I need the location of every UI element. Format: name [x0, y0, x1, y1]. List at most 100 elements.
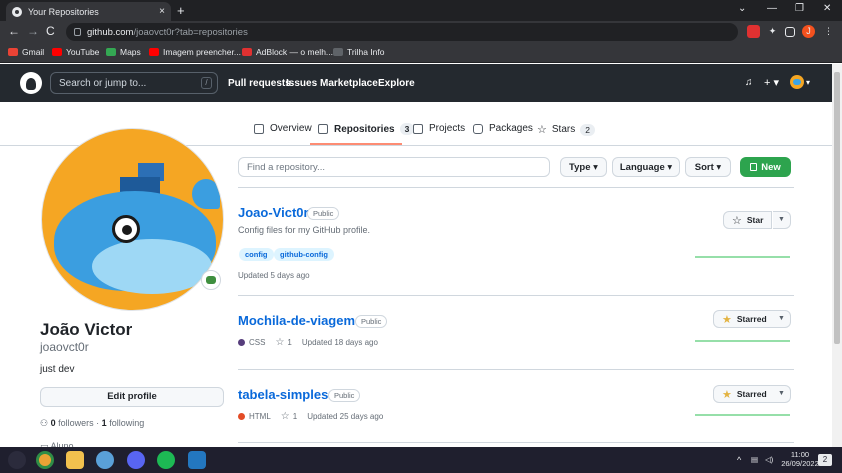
following-label[interactable]: following: [109, 418, 144, 428]
start-button[interactable]: [8, 451, 26, 469]
tab-repositories[interactable]: Repositories 3: [318, 123, 415, 135]
type-filter-button[interactable]: Type ▾: [560, 157, 607, 177]
back-button[interactable]: ←: [8, 24, 20, 38]
topic-tag[interactable]: config: [239, 248, 274, 261]
network-icon[interactable]: ▤: [751, 455, 758, 464]
bookmark-maps[interactable]: Maps: [106, 47, 141, 57]
spotify-icon[interactable]: [157, 451, 175, 469]
steam-icon[interactable]: [96, 451, 114, 469]
book-icon: [254, 123, 264, 134]
extensions-puzzle-icon[interactable]: ✦: [766, 25, 779, 38]
address-bar[interactable]: github.com/joaovct0r?tab=repositories: [66, 23, 738, 41]
chrome-icon[interactable]: [36, 451, 54, 469]
search-input[interactable]: Search or jump to... /: [50, 72, 218, 94]
repo-name-link[interactable]: Mochila-de-viagem: [238, 313, 355, 328]
visibility-badge: Public: [328, 389, 361, 402]
topic-tag[interactable]: github-config: [274, 248, 334, 261]
youtube-icon: [149, 48, 159, 56]
file-explorer-icon[interactable]: [66, 451, 84, 469]
table-icon: [413, 123, 423, 134]
status-emoji-badge[interactable]: [201, 270, 221, 290]
star-count[interactable]: 1: [293, 412, 297, 421]
followers-label[interactable]: followers: [58, 418, 94, 428]
star-icon[interactable]: ☆: [275, 337, 284, 348]
youtube-icon: [52, 48, 62, 56]
tab-close-icon[interactable]: ×: [159, 6, 165, 17]
following-count[interactable]: 1: [102, 418, 107, 428]
nav-pull-requests[interactable]: Pull requests: [228, 78, 291, 89]
profile-avatar-large[interactable]: [41, 128, 224, 311]
star-count[interactable]: 1: [287, 338, 291, 347]
tab-packages[interactable]: Packages: [473, 123, 533, 134]
tab-stars[interactable]: ☆ Stars 2: [537, 123, 595, 136]
adblock-icon: [242, 48, 252, 56]
notification-center-icon[interactable]: 2: [818, 454, 832, 466]
repo-updated: Updated 5 days ago: [238, 271, 310, 280]
maximize-button[interactable]: ❐: [795, 3, 804, 14]
new-repository-button[interactable]: New: [740, 157, 791, 177]
star-button[interactable]: ☆ Star: [723, 211, 773, 229]
tab-overview[interactable]: Overview: [254, 123, 312, 134]
activity-sparkline: [695, 256, 790, 258]
notifications-bell-icon[interactable]: ♫: [745, 77, 753, 88]
starred-button[interactable]: ★ Starred: [713, 310, 776, 328]
github-header: Search or jump to... / Pull requests Iss…: [0, 64, 832, 102]
repo-description: Config files for my GitHub profile.: [238, 225, 371, 235]
sort-button[interactable]: Sort ▾: [685, 157, 731, 177]
tray-chevron-icon[interactable]: ^: [737, 455, 741, 465]
browser-menu-icon[interactable]: ⋮: [822, 25, 835, 38]
github-logo-icon[interactable]: [20, 72, 42, 94]
user-avatar-menu[interactable]: [790, 75, 804, 89]
gmail-icon: [8, 48, 18, 56]
new-tab-button[interactable]: +: [177, 3, 185, 18]
followers-count[interactable]: 0: [51, 418, 56, 428]
nav-issues[interactable]: Issues: [286, 78, 317, 89]
avatar-whale-tail: [192, 179, 220, 209]
stars-count: 2: [580, 123, 595, 136]
repo-name-link[interactable]: tabela-simples: [238, 387, 328, 402]
language-filter-button[interactable]: Language ▾: [612, 157, 680, 177]
package-icon: [473, 123, 483, 134]
find-repository-input[interactable]: Find a repository...: [238, 157, 550, 177]
repo-updated: Updated 25 days ago: [307, 412, 384, 421]
maps-icon: [106, 48, 116, 56]
reload-button[interactable]: C: [46, 24, 55, 38]
bookmark-imagem[interactable]: Imagem preencher...: [149, 47, 241, 57]
activity-sparkline: [695, 340, 790, 342]
bookmark-adblock[interactable]: AdBlock — o melh...: [242, 47, 333, 57]
bookmark-youtube[interactable]: YouTube: [52, 47, 99, 57]
side-panel-icon[interactable]: [785, 27, 795, 37]
repo-language: CSS: [249, 338, 266, 347]
profile-avatar[interactable]: J: [802, 25, 815, 38]
divider: [238, 442, 794, 443]
tab-search-icon[interactable]: ⌄: [738, 3, 746, 14]
minimize-button[interactable]: —: [767, 3, 777, 14]
activity-sparkline: [695, 414, 790, 416]
nav-explore[interactable]: Explore: [378, 78, 415, 89]
star-icon[interactable]: ☆: [281, 411, 290, 422]
adblock-extension-icon[interactable]: [747, 25, 760, 38]
tab-projects[interactable]: Projects: [413, 123, 465, 134]
bookmarks-bar: Gmail YouTube Maps Imagem preencher... A…: [0, 43, 842, 63]
close-window-button[interactable]: ✕: [823, 3, 831, 14]
forward-button[interactable]: →: [27, 24, 39, 38]
repo-language: HTML: [249, 412, 271, 421]
star-list-dropdown[interactable]: ▼: [773, 211, 791, 229]
people-icon: ⚇: [40, 418, 49, 428]
avatar-chevron-down-icon[interactable]: ▾: [806, 78, 810, 87]
star-icon: ☆: [732, 214, 742, 227]
edit-profile-button[interactable]: Edit profile: [40, 387, 224, 407]
bookmark-trilha[interactable]: Trilha Info: [333, 47, 384, 57]
vscode-icon[interactable]: [188, 451, 206, 469]
nav-marketplace[interactable]: Marketplace: [320, 78, 378, 89]
scrollbar-thumb[interactable]: [834, 72, 840, 344]
starred-button[interactable]: ★ Starred: [713, 385, 776, 403]
repo-name-link[interactable]: Joao-Vict0r: [238, 205, 309, 220]
active-tab-underline: [310, 143, 402, 145]
browser-tab[interactable]: Your Repositories ×: [6, 2, 171, 21]
star-list-dropdown[interactable]: ▼: [773, 385, 791, 403]
create-new-menu[interactable]: + ▾: [764, 76, 779, 89]
star-list-dropdown[interactable]: ▼: [773, 310, 791, 328]
discord-icon[interactable]: [127, 451, 145, 469]
bookmark-gmail[interactable]: Gmail: [8, 47, 44, 57]
